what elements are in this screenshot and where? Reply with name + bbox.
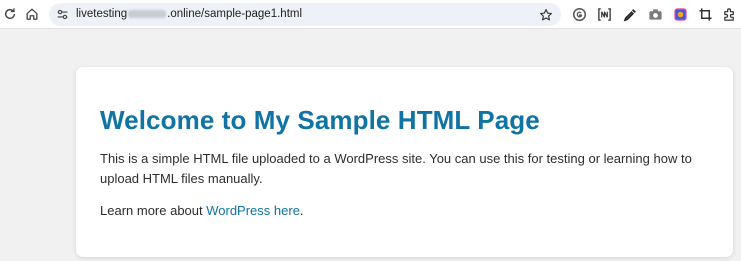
eyedropper-extension-icon[interactable] <box>622 6 638 22</box>
url-suffix: .online/sample-page1.html <box>167 8 303 20</box>
extensions-puzzle-icon[interactable] <box>721 6 737 22</box>
wordpress-link[interactable]: WordPress here <box>206 203 300 218</box>
home-icon[interactable] <box>22 4 42 24</box>
bracket-extension-icon[interactable] <box>596 6 612 22</box>
browser-toolbar: livetesting .online/sample-page1.html <box>0 0 741 29</box>
page-title: Welcome to My Sample HTML Page <box>100 105 540 135</box>
intro-paragraph: This is a simple HTML file uploaded to a… <box>100 151 692 186</box>
url-redacted <box>128 9 167 18</box>
camera-extension-icon[interactable] <box>647 6 663 22</box>
color-extension-icon[interactable] <box>672 6 688 22</box>
bookmark-star-icon[interactable] <box>538 7 553 22</box>
url-text[interactable]: livetesting .online/sample-page1.html <box>76 8 302 21</box>
url-prefix: livetesting <box>76 8 128 20</box>
address-bar[interactable]: livetesting .online/sample-page1.html <box>49 3 561 26</box>
site-info-icon[interactable] <box>55 7 70 22</box>
learn-more-prefix: Learn more about <box>100 203 207 218</box>
learn-more-suffix: . <box>299 203 304 218</box>
grammarly-extension-icon[interactable] <box>571 6 587 22</box>
content-card: Welcome to My Sample HTML Page This is a… <box>76 67 733 257</box>
crop-extension-icon[interactable] <box>697 6 713 22</box>
learn-more-paragraph: Learn more about WordPress here. <box>100 201 710 221</box>
reload-icon[interactable] <box>0 4 20 24</box>
